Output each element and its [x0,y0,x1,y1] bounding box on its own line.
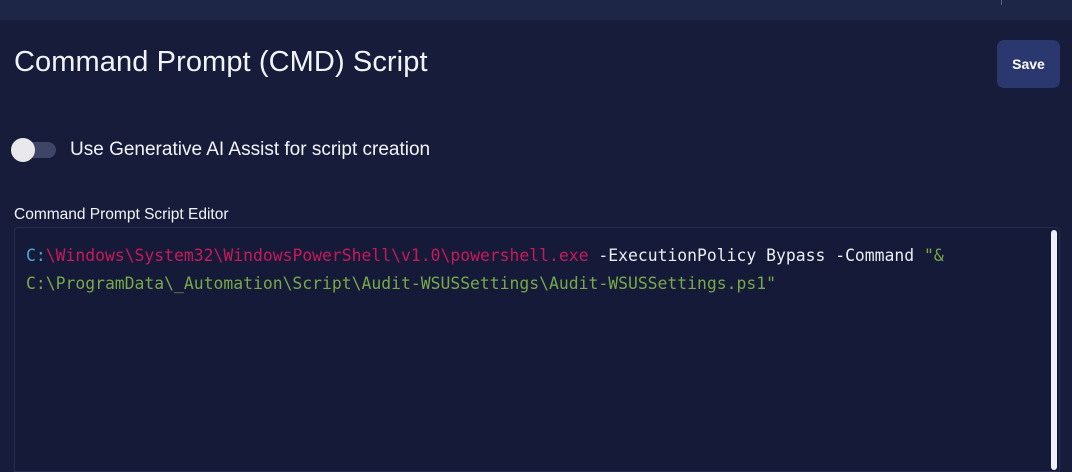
toggle-knob [11,138,35,162]
code-drive-token: C: [26,246,46,265]
editor-scrollbar[interactable] [1051,230,1057,470]
code-line-2: C:\ProgramData\_Automation\Script\Audit-… [26,270,1036,298]
script-editor[interactable]: C:\Windows\System32\WindowsPowerShell\v1… [14,227,1060,472]
editor-label: Command Prompt Script Editor [14,206,229,223]
code-content[interactable]: C:\Windows\System32\WindowsPowerShell\v1… [26,242,1036,298]
ai-assist-row: Use Generative AI Assist for script crea… [11,137,430,163]
ai-assist-label: Use Generative AI Assist for script crea… [70,139,431,160]
code-string-token-continued: C:\ProgramData\_Automation\Script\Audit-… [26,274,776,293]
top-bar-divider [1001,0,1002,5]
top-bar [0,0,1072,20]
save-button[interactable]: Save [997,40,1060,88]
ai-assist-toggle[interactable] [11,138,57,162]
code-string-token: "& [924,246,944,265]
page-title: Command Prompt (CMD) Script [14,46,428,78]
code-path-token: \Windows\System32\WindowsPowerShell\v1.0… [45,246,589,265]
code-args-token: -ExecutionPolicy Bypass -Command [588,246,925,265]
code-line-1: C:\Windows\System32\WindowsPowerShell\v1… [26,242,1036,270]
